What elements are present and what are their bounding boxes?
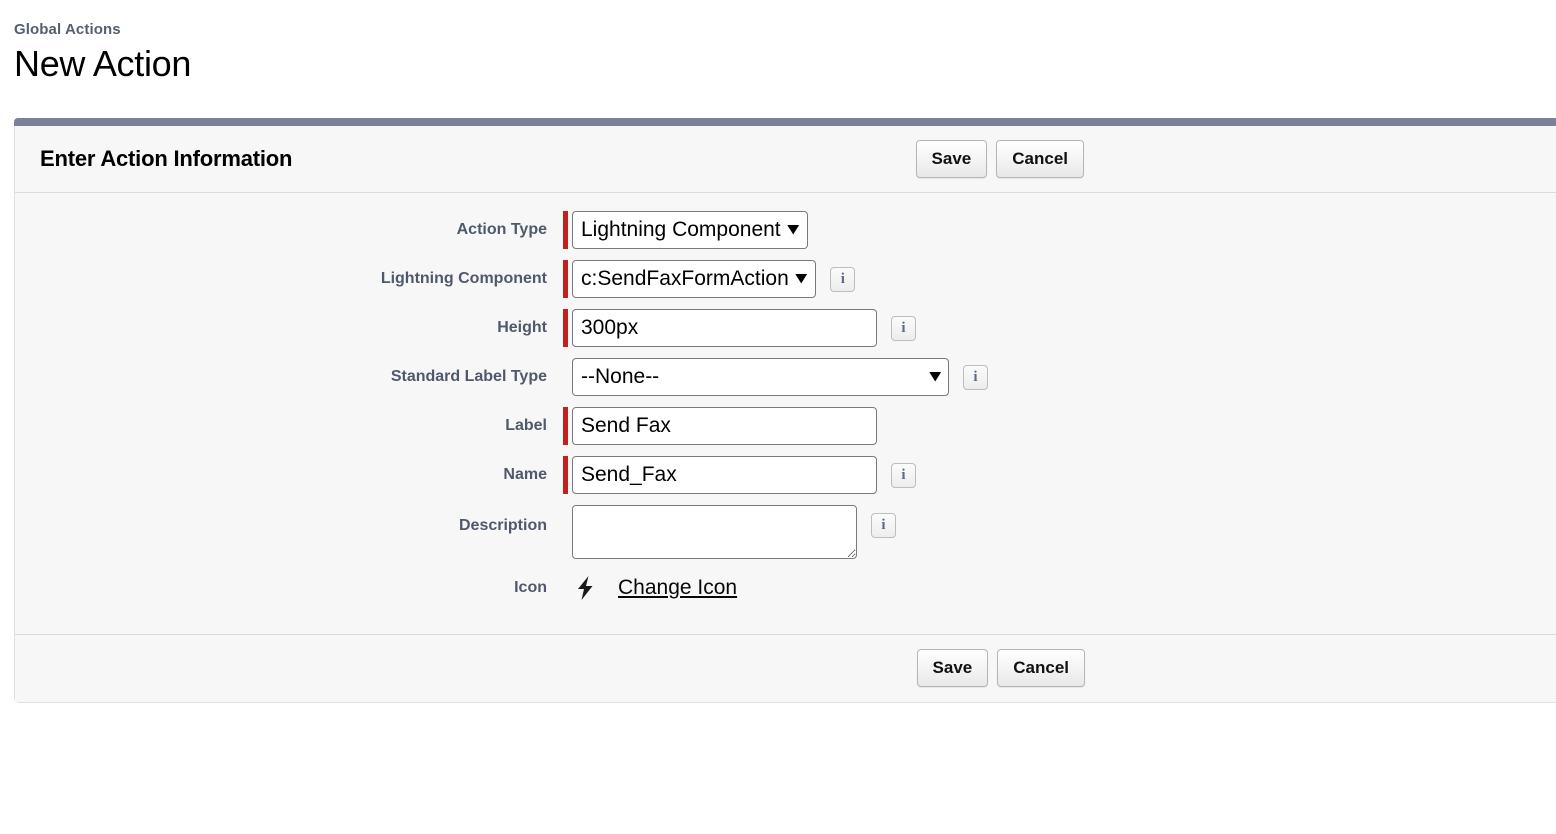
info-icon-glyph: i bbox=[901, 321, 905, 336]
form-row-height: Height i bbox=[15, 309, 1556, 347]
form-row-lightning-component: Lightning Component c:SendFaxFormAction … bbox=[15, 260, 1556, 298]
action-type-label: Action Type bbox=[15, 220, 563, 240]
action-form-panel: Enter Action Information Save Cancel Act… bbox=[14, 118, 1556, 703]
form-row-icon: Icon Change Icon bbox=[15, 573, 1556, 603]
panel-accent-bar bbox=[14, 118, 1556, 126]
cancel-button-bottom[interactable]: Cancel bbox=[997, 649, 1085, 687]
info-icon[interactable]: i bbox=[871, 513, 896, 538]
name-input[interactable] bbox=[572, 456, 877, 494]
lightning-component-value: c:SendFaxFormAction bbox=[581, 266, 789, 292]
chevron-down-icon: ▾ bbox=[930, 367, 941, 384]
name-label: Name bbox=[15, 465, 563, 485]
info-icon[interactable]: i bbox=[830, 267, 855, 292]
breadcrumb: Global Actions bbox=[14, 20, 1556, 40]
action-type-value: Lightning Component bbox=[581, 217, 781, 243]
form-row-description: Description i bbox=[15, 505, 1556, 559]
page-title: New Action bbox=[14, 42, 1556, 86]
required-marker bbox=[563, 211, 568, 249]
save-button-bottom[interactable]: Save bbox=[917, 649, 989, 687]
required-marker bbox=[563, 407, 568, 445]
lightning-component-select[interactable]: c:SendFaxFormAction ▾ bbox=[572, 260, 816, 298]
action-type-select[interactable]: Lightning Component ▾ bbox=[572, 211, 808, 249]
standard-label-type-label: Standard Label Type bbox=[15, 367, 563, 387]
action-label-control bbox=[563, 407, 877, 445]
form-row-action-type: Action Type Lightning Component ▾ bbox=[15, 211, 1556, 249]
page-header: Global Actions New Action bbox=[0, 0, 1556, 86]
description-control: i bbox=[563, 505, 896, 559]
panel-header: Enter Action Information Save Cancel bbox=[15, 126, 1556, 193]
required-marker bbox=[563, 309, 568, 347]
panel-footer: Save Cancel bbox=[15, 634, 1556, 702]
description-textarea[interactable] bbox=[572, 505, 857, 559]
info-icon-glyph: i bbox=[973, 370, 977, 385]
chevron-down-icon: ▾ bbox=[796, 269, 807, 286]
height-control: i bbox=[563, 309, 916, 347]
info-icon-glyph: i bbox=[841, 272, 845, 287]
chevron-down-icon: ▾ bbox=[788, 220, 799, 237]
info-icon[interactable]: i bbox=[891, 316, 916, 341]
panel-heading: Enter Action Information bbox=[40, 146, 292, 172]
info-icon[interactable]: i bbox=[963, 365, 988, 390]
required-marker bbox=[563, 456, 568, 494]
lightning-bolt-icon bbox=[572, 573, 598, 603]
standard-label-type-select[interactable]: --None-- ▾ bbox=[572, 358, 949, 396]
change-icon-link[interactable]: Change Icon bbox=[618, 575, 737, 601]
standard-label-type-value: --None-- bbox=[581, 364, 659, 390]
action-label-label: Label bbox=[15, 416, 563, 436]
height-label: Height bbox=[15, 318, 563, 338]
cancel-button-top[interactable]: Cancel bbox=[996, 140, 1084, 178]
icon-label: Icon bbox=[15, 578, 563, 598]
description-label: Description bbox=[15, 505, 563, 536]
lightning-component-control: c:SendFaxFormAction ▾ i bbox=[563, 260, 855, 298]
panel-header-actions: Save Cancel bbox=[916, 140, 1084, 178]
form-body: Action Type Lightning Component ▾ Lightn… bbox=[15, 193, 1556, 634]
lightning-component-label: Lightning Component bbox=[15, 269, 563, 289]
action-type-control: Lightning Component ▾ bbox=[563, 211, 808, 249]
required-marker bbox=[563, 260, 568, 298]
height-input[interactable] bbox=[572, 309, 877, 347]
icon-control: Change Icon bbox=[563, 573, 737, 603]
panel-footer-actions: Save Cancel bbox=[917, 649, 1085, 687]
info-icon[interactable]: i bbox=[891, 463, 916, 488]
form-row-standard-label-type: Standard Label Type --None-- ▾ i bbox=[15, 358, 1556, 396]
name-control: i bbox=[563, 456, 916, 494]
action-label-input[interactable] bbox=[572, 407, 877, 445]
form-row-name: Name i bbox=[15, 456, 1556, 494]
info-icon-glyph: i bbox=[901, 468, 905, 483]
form-row-label: Label bbox=[15, 407, 1556, 445]
save-button-top[interactable]: Save bbox=[916, 140, 988, 178]
info-icon-glyph: i bbox=[881, 518, 885, 533]
standard-label-type-control: --None-- ▾ i bbox=[563, 358, 988, 396]
